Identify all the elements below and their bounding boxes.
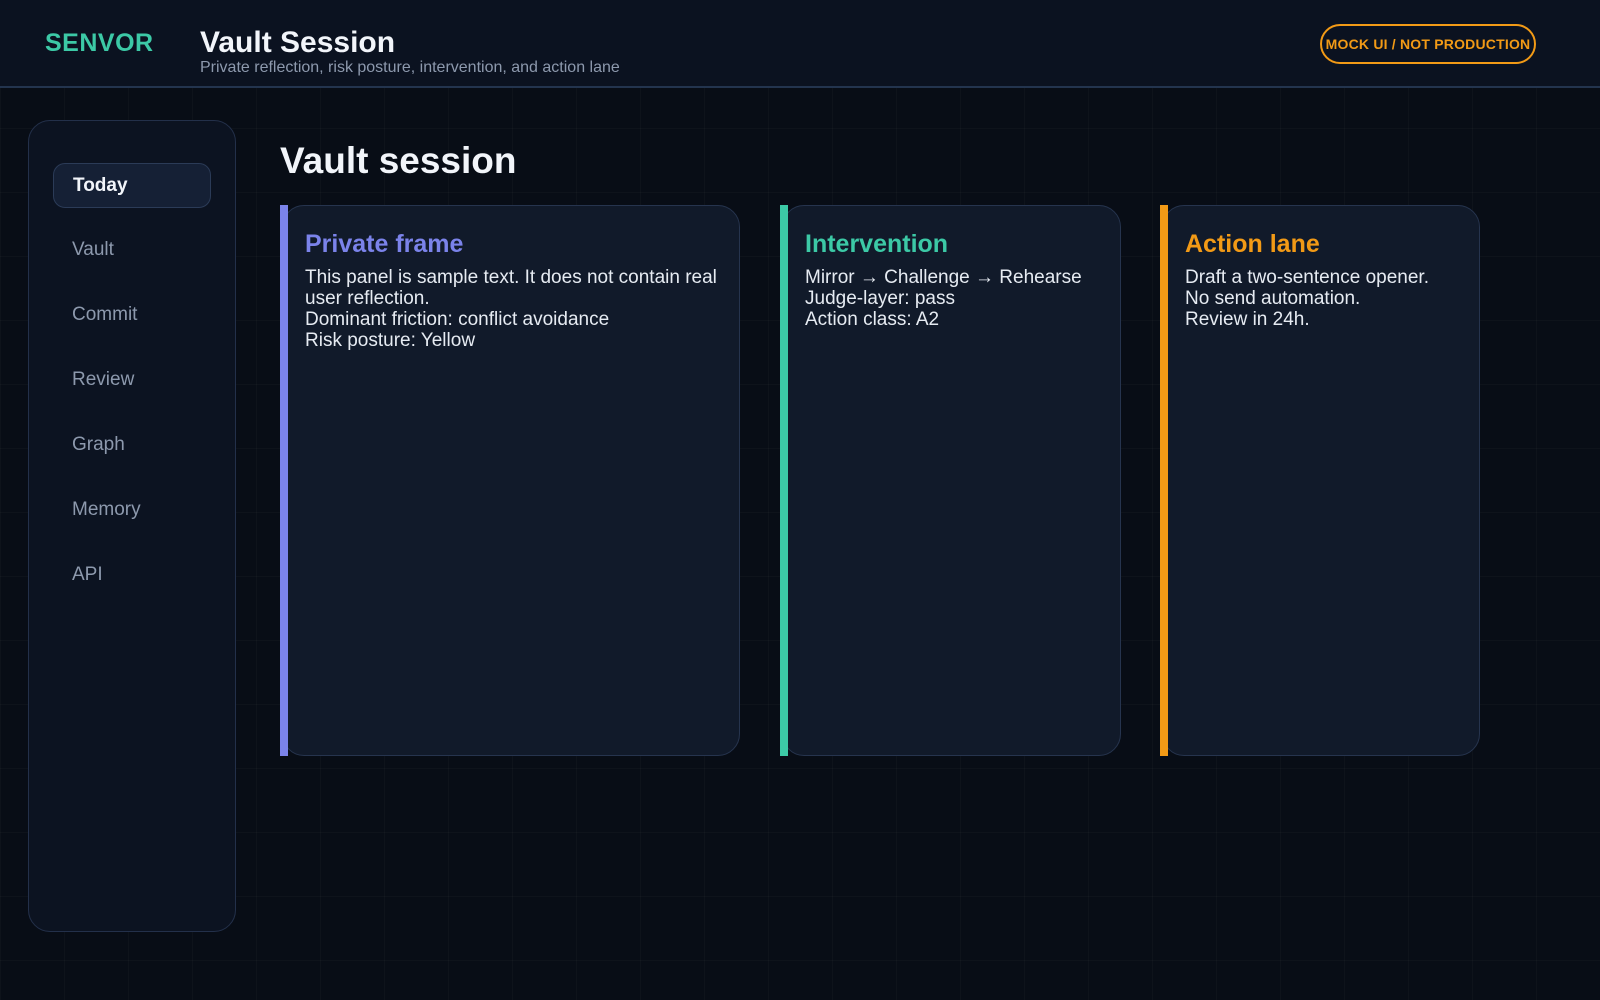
panel-accent-bar <box>780 205 788 756</box>
app-subtitle: Private reflection, risk posture, interv… <box>200 59 620 76</box>
panel-line: Draft a two-sentence opener. <box>1185 267 1429 288</box>
panel-line: Risk posture: Yellow <box>305 330 476 351</box>
private-frame-panel: Private frame This panel is sample text.… <box>282 205 740 756</box>
sidebar-item-memory[interactable]: Memory <box>53 487 211 532</box>
mock-ui-badge[interactable]: MOCK UI / NOT PRODUCTION <box>1320 24 1536 64</box>
sidebar-item-api[interactable]: API <box>53 552 211 597</box>
sidebar-item-commit[interactable]: Commit <box>53 292 211 337</box>
panel-accent-bar <box>1160 205 1168 756</box>
panel-line: Action class: A2 <box>805 309 940 330</box>
panel-accent-bar <box>280 205 288 756</box>
app-title: Vault Session <box>200 26 396 59</box>
sidebar-item-graph[interactable]: Graph <box>53 422 211 467</box>
panel-line: Judge-layer: pass <box>805 288 955 309</box>
panel-line: Dominant friction: conflict avoidance <box>305 309 610 330</box>
panel-title: Action lane <box>1185 230 1320 258</box>
action-lane-panel: Action lane Draft a two-sentence opener.… <box>1162 205 1480 756</box>
intervention-panel: Intervention Mirror → Challenge → Rehear… <box>782 205 1121 756</box>
top-bar: SENVOR Vault Session Private reflection,… <box>0 0 1600 88</box>
panel-line: Mirror → Challenge → Rehearse <box>805 267 1082 288</box>
page-title: Vault session <box>280 140 517 181</box>
sidebar-item-review[interactable]: Review <box>53 357 211 402</box>
sidebar: Today Vault Commit Review Graph Memory A… <box>28 120 236 932</box>
sidebar-item-vault[interactable]: Vault <box>53 227 211 272</box>
panel-title: Private frame <box>305 230 464 258</box>
panel-line: This panel is sample text. It does not c… <box>305 267 717 309</box>
panel-line: Review in 24h. <box>1185 309 1310 330</box>
panel-title: Intervention <box>805 230 949 258</box>
sidebar-item-today[interactable]: Today <box>53 163 211 208</box>
panel-line: No send automation. <box>1185 288 1361 309</box>
brand-logo[interactable]: SENVOR <box>45 29 154 58</box>
